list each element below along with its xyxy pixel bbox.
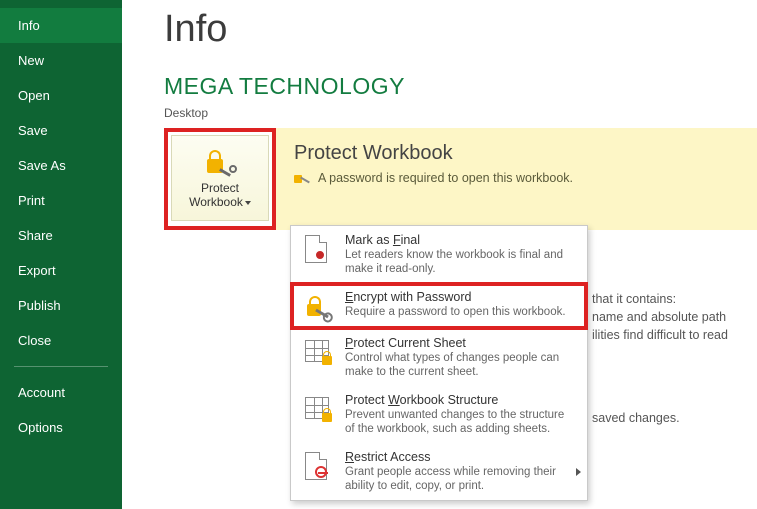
restrict-access-icon	[301, 450, 333, 482]
sidebar-item-export[interactable]: Export	[0, 253, 122, 288]
document-location: Desktop	[164, 106, 757, 120]
protect-heading: Protect Workbook	[294, 142, 739, 165]
sidebar-item-options[interactable]: Options	[0, 410, 122, 445]
sidebar-item-new[interactable]: New	[0, 43, 122, 78]
menu-item-desc: Let readers know the workbook is final a…	[345, 248, 577, 276]
document-title: MEGA TECHNOLOGY	[164, 73, 757, 100]
menu-item-protect-workbook-structure[interactable]: Protect Workbook Structure Prevent unwan…	[291, 386, 587, 443]
protect-button-label-line1: Protect	[201, 181, 239, 195]
lock-key-icon	[301, 290, 333, 322]
menu-item-desc: Prevent unwanted changes to the structur…	[345, 408, 577, 436]
sidebar-item-account[interactable]: Account	[0, 375, 122, 410]
protect-workbook-panel: Protect Workbook A password is required …	[276, 128, 757, 230]
highlight-protect-button: Protect Workbook	[164, 128, 276, 230]
workbook-lock-icon	[301, 393, 333, 425]
page-final-icon	[301, 233, 333, 265]
backstage-main: Info MEGA TECHNOLOGY Desktop Protect Wor…	[122, 0, 757, 509]
menu-item-protect-current-sheet[interactable]: Protect Current Sheet Control what types…	[291, 329, 587, 386]
bg-text: that it contains:	[592, 292, 676, 306]
sheet-lock-icon	[301, 336, 333, 368]
protect-status-text: A password is required to open this work…	[318, 171, 573, 185]
chevron-down-icon	[245, 201, 251, 205]
protect-workbook-menu: Mark as Final Let readers know the workb…	[290, 225, 588, 501]
protect-workbook-button[interactable]: Protect Workbook	[171, 135, 269, 221]
protect-button-label-line2: Workbook	[189, 195, 243, 209]
bg-text: ilities find difficult to read	[592, 328, 728, 342]
sidebar-separator	[14, 366, 108, 367]
bg-text: saved changes.	[592, 411, 680, 425]
menu-item-restrict-access[interactable]: Restrict Access Grant people access whil…	[291, 443, 587, 500]
bg-text: name and absolute path	[592, 310, 726, 324]
backstage-sidebar: Info New Open Save Save As Print Share E…	[0, 0, 122, 509]
sidebar-item-open[interactable]: Open	[0, 78, 122, 113]
sidebar-item-close[interactable]: Close	[0, 323, 122, 358]
menu-item-desc: Grant people access while removing their…	[345, 465, 577, 493]
lock-key-icon	[294, 171, 310, 185]
lock-key-icon	[203, 147, 237, 177]
sidebar-item-save[interactable]: Save	[0, 113, 122, 148]
sidebar-item-publish[interactable]: Publish	[0, 288, 122, 323]
sidebar-item-share[interactable]: Share	[0, 218, 122, 253]
menu-item-desc: Require a password to open this workbook…	[345, 305, 577, 319]
menu-item-desc: Control what types of changes people can…	[345, 351, 577, 379]
sidebar-item-info[interactable]: Info	[0, 8, 122, 43]
sidebar-item-print[interactable]: Print	[0, 183, 122, 218]
chevron-right-icon	[576, 468, 581, 476]
menu-item-mark-as-final[interactable]: Mark as Final Let readers know the workb…	[291, 226, 587, 283]
sidebar-item-save-as[interactable]: Save As	[0, 148, 122, 183]
menu-item-encrypt-with-password[interactable]: Encrypt with Password Require a password…	[291, 283, 587, 329]
page-title: Info	[164, 8, 757, 51]
